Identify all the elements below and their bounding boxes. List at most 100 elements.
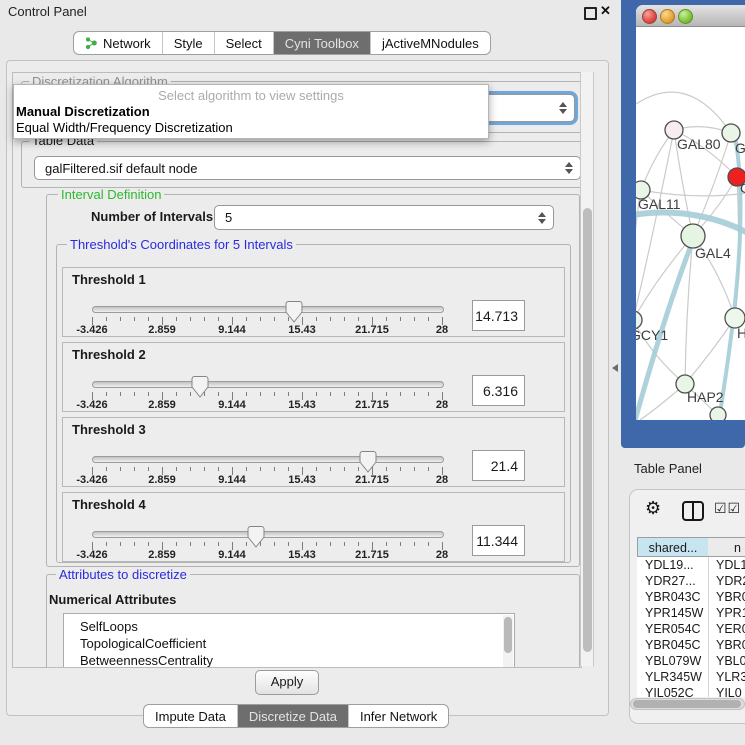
network-node-label: GAL4 <box>695 245 731 261</box>
tab-cyni-toolbox[interactable]: Cyni Toolbox <box>273 32 370 54</box>
column-header-shared-name[interactable]: shared... <box>637 537 709 557</box>
table-row[interactable]: YBR043CYBR0 <box>637 589 745 605</box>
scrollbar-thumb[interactable] <box>583 208 592 652</box>
slider-tick-label: 15.43 <box>288 549 316 561</box>
shared-name-cell: YBL079W <box>645 653 701 669</box>
slider-track[interactable] <box>92 381 444 388</box>
attribute-item[interactable]: BetweennessCentrality <box>64 652 514 668</box>
traffic-light-yellow-icon[interactable] <box>660 9 675 24</box>
number-of-intervals-combobox[interactable]: 5 <box>214 205 554 230</box>
slider-tick <box>288 392 289 396</box>
threshold-panel-3: Threshold 3-3.4262.8599.14415.4321.71528… <box>62 417 565 487</box>
float-icon[interactable] <box>584 7 597 20</box>
table-row[interactable]: YIL052CYIL0 <box>637 685 745 697</box>
slider-track[interactable] <box>92 456 444 463</box>
main-vertical-scrollbar[interactable] <box>580 72 594 666</box>
slider-tick-label: 9.144 <box>218 399 246 411</box>
collapse-left-icon[interactable] <box>612 364 618 372</box>
tab-jactivemnodules[interactable]: jActiveMNodules <box>370 32 490 54</box>
slider-tick <box>400 317 401 321</box>
network-edge[interactable] <box>636 92 731 133</box>
table-horizontal-scrollbar[interactable] <box>630 698 745 710</box>
apply-button[interactable]: Apply <box>255 670 319 695</box>
traffic-light-red-icon[interactable] <box>642 9 657 24</box>
slider-tick-label: 28 <box>436 549 448 561</box>
node-table-rows: YDL19...YDL1YDR27... YDR2YBR043CYBR0YPR14… <box>637 557 745 697</box>
panel-title: Control Panel <box>8 4 87 19</box>
table-row[interactable]: YDR27... YDR2 <box>637 573 745 589</box>
attribute-item[interactable]: TopologicalCoefficient <box>64 635 514 652</box>
slider-tick <box>358 317 359 321</box>
network-edge[interactable] <box>641 130 674 190</box>
table-row[interactable]: YBR045CYBR0 <box>637 637 745 653</box>
table-row[interactable]: YPR145WYPR1 <box>637 605 745 621</box>
traffic-light-green-icon[interactable] <box>678 9 693 24</box>
slider-tick <box>428 317 429 321</box>
slider-tick <box>288 542 289 546</box>
shared-name-cell: YBR043C <box>645 589 701 605</box>
settings-gear-icon[interactable]: ⚙ <box>645 498 661 519</box>
tab-select[interactable]: Select <box>214 32 273 54</box>
slider-tick <box>134 467 135 471</box>
slider-tick <box>120 317 121 321</box>
popup-option-manual[interactable]: Manual Discretization <box>16 104 150 119</box>
slider-tick <box>330 317 331 321</box>
tab-label: jActiveMNodules <box>382 36 479 51</box>
name-cell: YER0 <box>716 621 745 637</box>
network-edge[interactable] <box>641 190 745 196</box>
slider-tick <box>246 467 247 471</box>
slider-track[interactable] <box>92 531 444 538</box>
slider-track[interactable] <box>92 306 444 313</box>
shared-name-cell: YBR045C <box>645 637 701 653</box>
attribute-item[interactable]: SelfLoops <box>64 618 514 635</box>
threshold-panel-4: Threshold 4-3.4262.8599.14415.4321.71528… <box>62 492 565 562</box>
column-divider <box>708 557 709 697</box>
scrollbar-thumb[interactable] <box>633 700 741 708</box>
scrollbar-thumb[interactable] <box>504 617 512 653</box>
column-header-name[interactable]: n <box>708 537 745 557</box>
table-row[interactable]: YDL19...YDL1 <box>637 557 745 573</box>
table-row[interactable]: YER054CYER0 <box>637 621 745 637</box>
threshold-value-field[interactable]: 6.316 <box>472 375 525 406</box>
network-node-label: GAL11 <box>638 196 681 212</box>
slider-thumb[interactable] <box>359 451 377 473</box>
attributes-list-scrollbar[interactable] <box>503 615 513 668</box>
network-node-label: H <box>737 325 745 341</box>
tab-impute-data[interactable]: Impute Data <box>144 705 237 727</box>
network-node-label: GA <box>735 140 745 156</box>
tab-style[interactable]: Style <box>162 32 214 54</box>
table-row[interactable]: YBL079W YBL0 <box>637 653 745 669</box>
threshold-value-field[interactable]: 14.713 <box>472 300 525 331</box>
slider-tick <box>344 317 345 321</box>
slider-thumb[interactable] <box>285 301 303 323</box>
table-data-combobox[interactable]: galFiltered.sif default node <box>34 156 581 180</box>
numerical-attributes-list[interactable]: SelfLoopsTopologicalCoefficientBetweenne… <box>63 613 515 668</box>
popup-hint-item[interactable]: Select algorithm to view settings <box>14 88 488 103</box>
name-cell: YDR2 <box>716 573 745 589</box>
shared-name-cell: YLR345W <box>645 669 702 685</box>
slider-tick-label: -3.426 <box>76 474 107 486</box>
table-row[interactable]: YLR345W YLR3 <box>637 669 745 685</box>
network-edge[interactable] <box>636 236 693 320</box>
popup-option-equal-width[interactable]: Equal Width/Frequency Discretization <box>16 120 233 135</box>
name-cell: YLR3 <box>716 669 745 685</box>
slider-tick-label: 2.859 <box>148 324 176 336</box>
slider-thumb[interactable] <box>247 526 265 548</box>
checked-box-icon[interactable]: ☑☑ <box>714 500 741 517</box>
shared-name-cell: YDR27... <box>645 573 696 589</box>
tab-infer-network[interactable]: Infer Network <box>348 705 448 727</box>
slider-tick <box>428 467 429 471</box>
tab-discretize-data[interactable]: Discretize Data <box>237 705 348 727</box>
network-canvas[interactable]: GAL80GACGAL11GAL4GCY1HHAP2 <box>636 27 745 420</box>
threshold-value-field[interactable]: 21.4 <box>472 450 525 481</box>
threshold-value-field[interactable]: 11.344 <box>472 525 525 556</box>
tab-network[interactable]: Network <box>74 32 162 54</box>
close-icon[interactable]: ✕ <box>600 3 611 19</box>
column-view-icon[interactable] <box>682 501 704 521</box>
slider-tick <box>316 317 317 321</box>
network-node[interactable] <box>710 407 726 420</box>
slider-tick-label: 21.715 <box>355 474 389 486</box>
slider-thumb[interactable] <box>191 376 209 398</box>
name-cell: YBL0 <box>716 653 745 669</box>
network-window-titlebar[interactable] <box>636 5 745 27</box>
